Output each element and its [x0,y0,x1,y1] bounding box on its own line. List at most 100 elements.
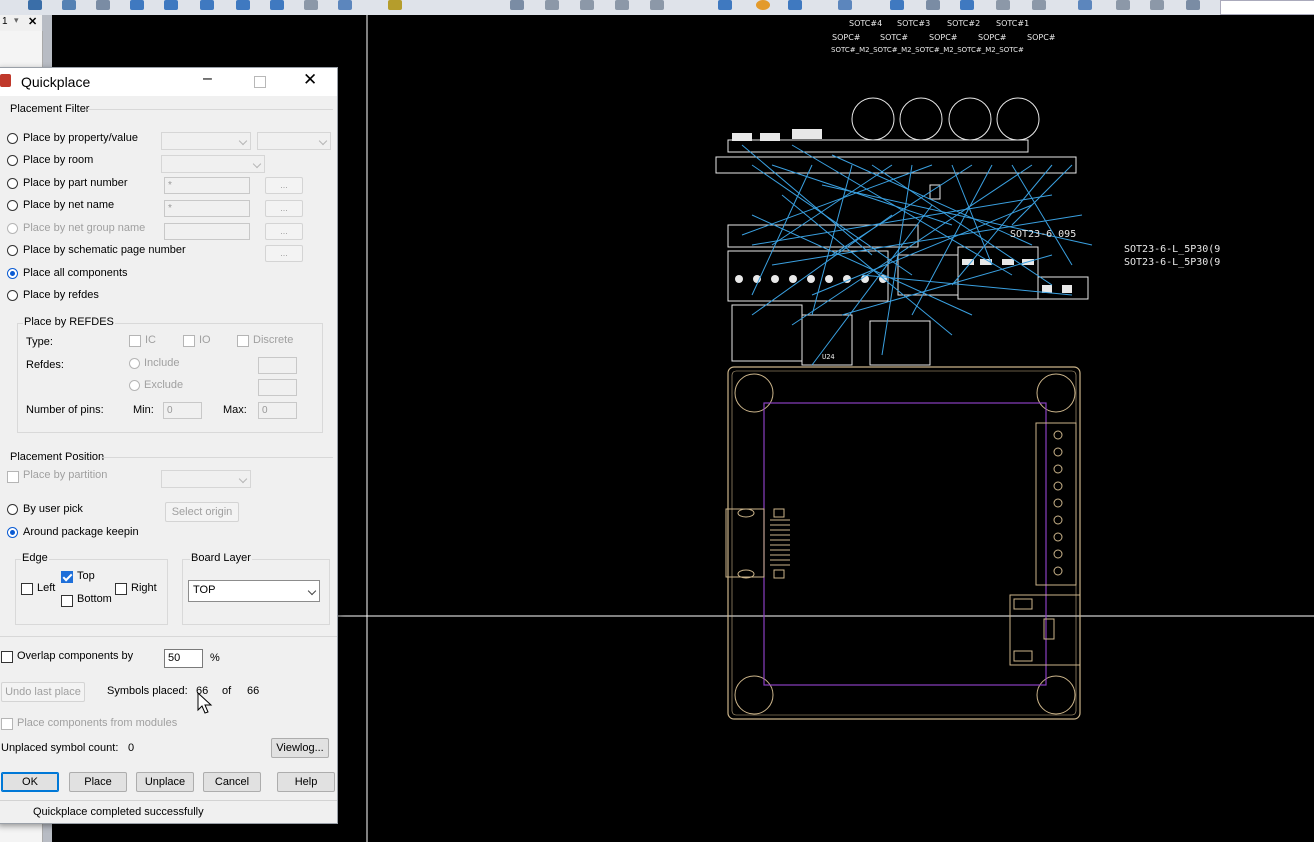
toolbar-button[interactable] [338,0,352,10]
toolbar-button[interactable] [1078,0,1092,10]
net-group-field[interactable] [164,223,250,240]
right-connector [1009,422,1081,666]
divider [101,457,333,458]
toolbar-button[interactable] [756,0,770,10]
min-pins-field[interactable]: 0 [163,402,202,419]
radio-around-keepin[interactable] [7,527,18,538]
toolbar-button[interactable] [1186,0,1200,10]
place-by-partition-checkbox[interactable] [7,471,19,483]
radio-property-value[interactable] [7,133,18,144]
board-outline [727,366,1081,720]
toolbar-button[interactable] [615,0,629,10]
type-io-checkbox[interactable] [183,335,195,347]
toolbar-button[interactable] [1150,0,1164,10]
toolbar-button[interactable] [200,0,214,10]
canvas-label: SOPC# [978,33,1007,42]
toolbar-button[interactable] [28,0,42,10]
toolbar-button[interactable] [718,0,732,10]
part-number-browse-button[interactable]: ... [265,177,303,194]
place-from-modules-checkbox[interactable] [1,718,13,730]
edge-left-checkbox[interactable] [21,583,33,595]
toolbar-button[interactable] [304,0,318,10]
type-discrete-checkbox[interactable] [237,335,249,347]
radio-label: Include [144,357,180,369]
toolbar-search-box[interactable] [1220,0,1314,15]
radio-label: Place by net name [23,199,115,211]
type-ic-checkbox[interactable] [129,335,141,347]
radio-label: Around package keepin [23,526,139,538]
radio-part-number[interactable] [7,178,18,189]
overlap-percent-field[interactable]: 50 [164,649,203,668]
unplaced-label: Unplaced symbol count: [1,742,119,754]
overlap-checkbox[interactable] [1,651,13,663]
side-panel-tab[interactable]: 1 [2,16,8,27]
include-field[interactable] [258,357,297,374]
radio-net-name[interactable] [7,200,18,211]
edge-top-checkbox[interactable] [61,571,73,583]
toolbar-button[interactable] [130,0,144,10]
toolbar-button[interactable] [270,0,284,10]
edge-right-checkbox[interactable] [115,583,127,595]
max-pins-field[interactable]: 0 [258,402,297,419]
radio-label: By user pick [23,503,83,515]
radio-label: Place by net group name [23,222,146,234]
toolbar-button[interactable] [926,0,940,10]
toolbar-button[interactable] [1116,0,1130,10]
part-number-field[interactable]: * [164,177,250,194]
toolbar-button[interactable] [545,0,559,10]
radio-schematic-page[interactable] [7,245,18,256]
property-dropdown[interactable] [161,132,251,150]
radio-label: Exclude [144,379,184,391]
minimize-button[interactable]: – [203,70,212,88]
board-layer-dropdown[interactable]: TOP [188,580,320,602]
left-connector [725,508,790,579]
ok-button[interactable]: OK [1,772,59,792]
net-group-browse-button[interactable]: ... [265,223,303,240]
radio-refdes[interactable] [7,290,18,301]
toolbar-button[interactable] [838,0,852,10]
radio-net-group-name[interactable] [7,223,18,234]
toolbar-button[interactable] [650,0,664,10]
schematic-page-browse-button[interactable]: ... [265,245,303,262]
viewlog-button[interactable]: Viewlog... [271,738,329,758]
canvas-label: U24 [822,353,835,361]
checkbox-label: Place by partition [23,469,108,481]
toolbar-button[interactable] [388,0,402,10]
close-button[interactable]: ✕ [303,70,317,90]
help-button[interactable]: Help [277,772,335,792]
symbols-placed-label: Symbols placed: [107,685,188,697]
select-origin-button[interactable]: Select origin [165,502,239,522]
toolbar-button[interactable] [580,0,594,10]
toolbar-button[interactable] [62,0,76,10]
place-button[interactable]: Place [69,772,127,792]
toolbar-button[interactable] [96,0,110,10]
undo-last-place-button[interactable]: Undo last place [1,682,85,702]
partition-dropdown[interactable] [161,470,251,488]
cancel-button[interactable]: Cancel [203,772,261,792]
close-icon[interactable]: ✕ [28,15,37,28]
toolbar-button[interactable] [890,0,904,10]
edge-bottom-checkbox[interactable] [61,595,73,607]
canvas-label: SOT23-6 095 [1010,229,1076,240]
toolbar-button[interactable] [236,0,250,10]
radio-by-user-pick[interactable] [7,504,18,515]
toolbar-button[interactable] [1032,0,1046,10]
radio-exclude[interactable] [129,380,140,391]
radio-all-components[interactable] [7,268,18,279]
toolbar-button[interactable] [788,0,802,10]
room-dropdown[interactable] [161,155,265,173]
net-name-field[interactable]: * [164,200,250,217]
toolbar-button[interactable] [164,0,178,10]
dialog-titlebar[interactable]: Quickplace – ✕ [0,68,337,96]
chevron-down-icon[interactable]: ▾ [14,15,19,26]
maximize-button[interactable] [254,76,266,88]
value-dropdown[interactable] [257,132,331,150]
exclude-field[interactable] [258,379,297,396]
radio-include[interactable] [129,358,140,369]
net-name-browse-button[interactable]: ... [265,200,303,217]
radio-room[interactable] [7,155,18,166]
toolbar-button[interactable] [510,0,524,10]
toolbar-button[interactable] [960,0,974,10]
unplace-button[interactable]: Unplace [136,772,194,792]
toolbar-button[interactable] [996,0,1010,10]
